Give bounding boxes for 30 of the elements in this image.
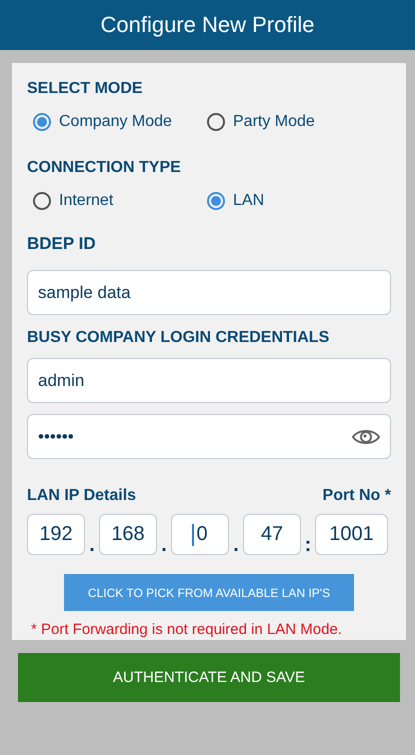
eye-icon[interactable] xyxy=(352,428,380,446)
separator: . xyxy=(232,535,240,555)
radio-button[interactable] xyxy=(33,192,51,210)
port-field[interactable]: 1001 xyxy=(315,514,388,555)
section-label: SELECT MODE xyxy=(27,80,144,98)
field-label: LAN IP Details xyxy=(27,487,136,505)
page-title: Configure New Profile xyxy=(0,0,415,50)
section-label: BUSY COMPANY LOGIN CREDENTIALS xyxy=(27,329,330,347)
separator: . xyxy=(160,535,168,555)
separator: : xyxy=(304,535,312,555)
radio-label[interactable]: LAN xyxy=(233,192,264,210)
field-label: Port No * xyxy=(322,487,391,505)
radio-button[interactable] xyxy=(207,192,225,210)
ip-octet-field[interactable]: 168 xyxy=(99,514,157,555)
bdep-id-field[interactable]: sample data xyxy=(27,270,391,315)
password-field[interactable]: •••••• xyxy=(27,414,391,459)
save-button[interactable]: AUTHENTICATE AND SAVE xyxy=(18,653,400,702)
section-label: CONNECTION TYPE xyxy=(27,159,182,177)
radio-label[interactable]: Internet xyxy=(59,192,114,210)
separator: . xyxy=(88,535,96,555)
radio-button[interactable] xyxy=(33,113,51,131)
ip-octet-field[interactable]: 192 xyxy=(27,514,85,555)
ip-octet-field[interactable]: 47 xyxy=(243,514,301,555)
radio-label[interactable]: Company Mode xyxy=(59,113,172,131)
note-text: * Port Forwarding is not required in LAN Mode. xyxy=(31,621,343,638)
radio-label[interactable]: Party Mode xyxy=(233,113,315,131)
field-label: BDEP ID xyxy=(27,234,97,254)
username-field[interactable]: admin xyxy=(27,358,391,403)
radio-button[interactable] xyxy=(207,113,225,131)
ip-octet-field[interactable]: 0 xyxy=(171,514,229,555)
